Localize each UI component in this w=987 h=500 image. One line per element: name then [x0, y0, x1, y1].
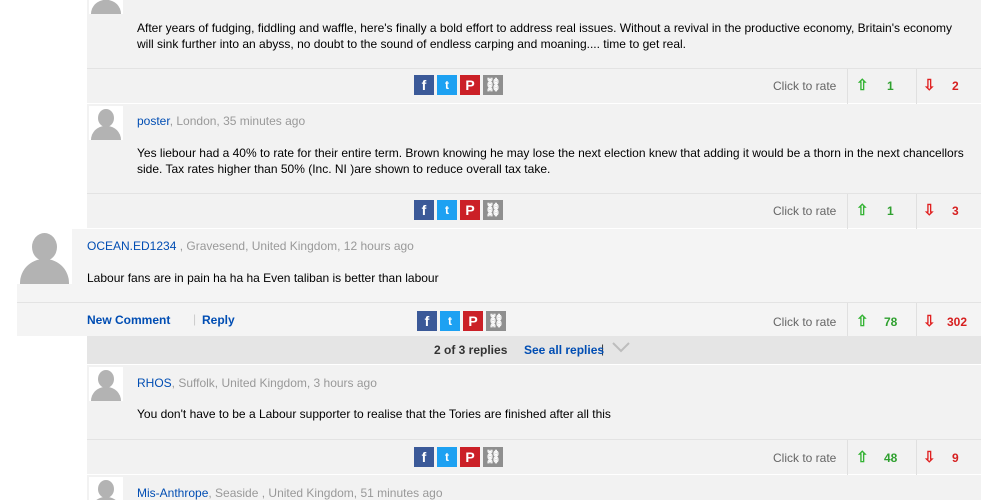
link-share-icon[interactable]: ⛓: [483, 447, 503, 467]
comment-actions: f t P ⛓ Click to rate ⇧ 48 ⇩ 9: [87, 439, 981, 475]
reply-comment-4: Mis-Anthrope, Seaside , United Kingdom, …: [87, 475, 981, 500]
facebook-share-icon[interactable]: f: [414, 447, 434, 467]
new-comment-button[interactable]: New Comment: [87, 313, 170, 327]
vote-down-icon[interactable]: ⇩: [923, 448, 936, 466]
replies-bar: 2 of 3 replies | See all replies: [87, 336, 981, 364]
click-to-rate-label: Click to rate: [773, 79, 837, 93]
down-vote-count: 302: [947, 315, 968, 329]
link-share-icon[interactable]: ⛓: [483, 75, 503, 95]
up-vote-count: 48: [884, 451, 898, 465]
comment-meta: OCEAN.ED1234 , Gravesend, United Kingdom…: [87, 239, 414, 253]
avatar[interactable]: [89, 477, 123, 500]
comment-meta: RHOS, Suffolk, United Kingdom, 3 hours a…: [137, 376, 377, 390]
replies-count: 2 of 3 replies: [434, 343, 508, 357]
comment-username[interactable]: RHOS: [137, 376, 172, 390]
comment-username[interactable]: poster: [137, 114, 170, 128]
click-to-rate-label: Click to rate: [773, 204, 837, 218]
reply-button[interactable]: Reply: [202, 313, 235, 327]
pinterest-share-icon[interactable]: P: [463, 311, 483, 331]
reply-comment-3: RHOS, Suffolk, United Kingdom, 3 hours a…: [87, 365, 981, 475]
comment-meta: Mis-Anthrope, Seaside , United Kingdom, …: [137, 486, 443, 500]
link-share-icon[interactable]: ⛓: [483, 200, 503, 220]
comment-text: You don't have to be a Labour supporter …: [137, 407, 611, 421]
comment-actions: f t P ⛓ Click to rate ⇧ 1 ⇩ 3: [87, 193, 981, 229]
vote-down-icon[interactable]: ⇩: [923, 76, 936, 94]
reply-comment-2: poster, London, 35 minutes ago Yes liebo…: [87, 104, 981, 229]
up-vote-count: 78: [884, 315, 898, 329]
share-buttons: f t P ⛓: [414, 447, 503, 467]
click-to-rate-label: Click to rate: [773, 451, 837, 465]
comment-location-time: , Seaside , United Kingdom, 51 minutes a…: [208, 486, 443, 500]
comment-text: Labour fans are in pain ha ha ha Even ta…: [87, 271, 439, 285]
comment-actions: f t P ⛓ Click to rate ⇧ 1 ⇩ 2: [87, 68, 981, 104]
comment-text: After years of fudging, fiddling and waf…: [137, 21, 953, 51]
twitter-share-icon[interactable]: t: [440, 311, 460, 331]
comment-actions: New Comment | Reply f t P ⛓ Click to rat…: [17, 302, 981, 338]
up-vote-count: 1: [887, 204, 894, 218]
share-buttons: f t P ⛓: [417, 311, 506, 331]
see-all-replies-label: See all replies: [524, 343, 605, 357]
comment-location-time: , London, 35 minutes ago: [169, 114, 306, 128]
comment-username[interactable]: OCEAN.ED1234: [87, 239, 176, 253]
down-vote-count: 9: [952, 451, 959, 465]
reply-comment-1: After years of fudging, fiddling and waf…: [87, 0, 981, 104]
facebook-share-icon[interactable]: f: [414, 75, 434, 95]
vote-up-icon[interactable]: ⇧: [856, 76, 869, 94]
pinterest-share-icon[interactable]: P: [460, 75, 480, 95]
avatar[interactable]: [89, 106, 123, 140]
vote-up-icon[interactable]: ⇧: [856, 201, 869, 219]
avatar[interactable]: [17, 229, 72, 284]
chevron-down-icon[interactable]: [612, 341, 630, 356]
vote-down-icon[interactable]: ⇩: [923, 312, 936, 330]
share-buttons: f t P ⛓: [414, 75, 503, 95]
comment-username[interactable]: Mis-Anthrope: [137, 486, 208, 500]
down-vote-count: 3: [952, 204, 959, 218]
see-all-replies-link[interactable]: See all replies: [524, 343, 604, 357]
twitter-share-icon[interactable]: t: [437, 447, 457, 467]
pinterest-share-icon[interactable]: P: [460, 447, 480, 467]
action-separator: |: [193, 312, 197, 326]
comment-location-time: , Suffolk, United Kingdom, 3 hours ago: [171, 376, 377, 390]
down-vote-count: 2: [952, 79, 959, 93]
avatar[interactable]: [89, 0, 123, 14]
vote-up-icon[interactable]: ⇧: [856, 448, 869, 466]
facebook-share-icon[interactable]: f: [417, 311, 437, 331]
vote-up-icon[interactable]: ⇧: [856, 312, 869, 330]
link-share-icon[interactable]: ⛓: [486, 311, 506, 331]
vote-down-icon[interactable]: ⇩: [923, 201, 936, 219]
top-level-comment: OCEAN.ED1234 , Gravesend, United Kingdom…: [17, 229, 981, 338]
avatar[interactable]: [89, 367, 123, 401]
facebook-share-icon[interactable]: f: [414, 200, 434, 220]
twitter-share-icon[interactable]: t: [437, 75, 457, 95]
comment-text: Yes liebour had a 40% to rate for their …: [137, 146, 964, 176]
share-buttons: f t P ⛓: [414, 200, 503, 220]
twitter-share-icon[interactable]: t: [437, 200, 457, 220]
up-vote-count: 1: [887, 79, 894, 93]
pinterest-share-icon[interactable]: P: [460, 200, 480, 220]
comment-location-time: , Gravesend, United Kingdom, 12 hours ag…: [176, 239, 414, 253]
comment-meta: poster, London, 35 minutes ago: [137, 114, 305, 128]
click-to-rate-label: Click to rate: [773, 315, 837, 329]
